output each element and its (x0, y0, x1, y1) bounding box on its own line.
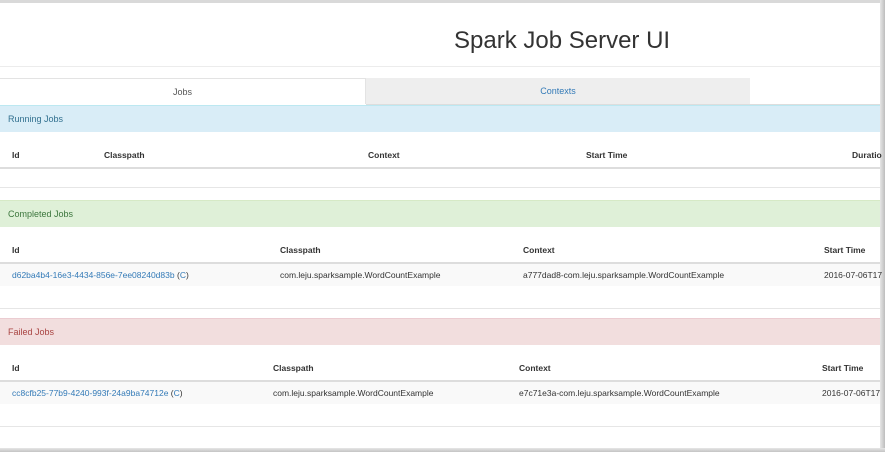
job-id-cell: d62ba4b4-16e3-4434-856e-7ee08240d83b (C) (12, 270, 189, 280)
context-cell: e7c71e3a-com.leju.sparksample.WordCountE… (519, 388, 720, 398)
panel-divider (0, 426, 880, 427)
column-context: Context (368, 150, 400, 160)
failed-jobs-table: Id Classpath Context Start Time cc8cfb25… (0, 345, 880, 404)
table-row: d62ba4b4-16e3-4434-856e-7ee08240d83b (C)… (0, 264, 883, 286)
table-header: Id Classpath Context Start Time (0, 227, 880, 264)
completed-jobs-heading: Completed Jobs (0, 200, 880, 227)
column-id: Id (12, 245, 20, 255)
running-jobs-heading: Running Jobs (0, 105, 880, 132)
column-start-time: Start Time (586, 150, 628, 160)
completed-jobs-panel: Completed Jobs Id Classpath Context Star… (0, 200, 883, 309)
classpath-cell: com.leju.sparksample.WordCountExample (280, 270, 441, 280)
job-id-link[interactable]: cc8cfb25-77b9-4240-993f-24a9ba74712e (12, 388, 168, 398)
column-start-time: Start Time (822, 363, 864, 373)
context-cell: a777dad8-com.leju.sparksample.WordCountE… (523, 270, 725, 280)
job-id-link[interactable]: d62ba4b4-16e3-4434-856e-7ee08240d83b (12, 270, 175, 280)
column-classpath: Classpath (273, 363, 314, 373)
column-start-time: Start Time (824, 245, 866, 255)
table-row: cc8cfb25-77b9-4240-993f-24a9ba74712e (C)… (0, 382, 880, 404)
page-title: Spark Job Server UI (454, 27, 671, 54)
column-classpath: Classpath (280, 245, 321, 255)
panel-spacer (0, 404, 880, 426)
window-top-border (0, 0, 885, 3)
start-time-cell: 2016-07-06T17 (824, 270, 883, 280)
running-jobs-table: Id Classpath Context Start Time Duratio (0, 132, 882, 169)
job-config-link[interactable]: C (174, 388, 180, 398)
table-header: Id Classpath Context Start Time Duratio (0, 132, 882, 169)
start-time-cell: 2016-07-06T17 (822, 388, 881, 398)
column-context: Context (523, 245, 555, 255)
column-duration: Duratio (852, 150, 882, 160)
classpath-cell: com.leju.sparksample.WordCountExample (273, 388, 434, 398)
running-jobs-panel: Running Jobs Id Classpath Context Start … (0, 105, 882, 189)
tab-contexts[interactable]: Contexts (366, 78, 750, 104)
table-header: Id Classpath Context Start Time (0, 345, 880, 382)
title-divider (0, 66, 880, 67)
job-config-link[interactable]: C (180, 270, 186, 280)
panel-divider (0, 187, 880, 188)
completed-jobs-table: Id Classpath Context Start Time d62ba4b4… (0, 227, 883, 286)
failed-jobs-heading: Failed Jobs (0, 318, 880, 345)
column-id: Id (12, 363, 20, 373)
panel-spacer (0, 286, 880, 308)
window-bottom-shadow (0, 448, 885, 452)
panel-divider (0, 308, 880, 309)
nav-tabs: Jobs Contexts (0, 78, 880, 105)
failed-jobs-panel: Failed Jobs Id Classpath Context Start T… (0, 318, 880, 427)
job-id-cell: cc8cfb25-77b9-4240-993f-24a9ba74712e (C) (12, 388, 183, 398)
column-context: Context (519, 363, 551, 373)
column-id: Id (12, 150, 20, 160)
column-classpath: Classpath (104, 150, 145, 160)
window-right-shadow (880, 0, 885, 452)
tab-jobs[interactable]: Jobs (0, 78, 366, 104)
